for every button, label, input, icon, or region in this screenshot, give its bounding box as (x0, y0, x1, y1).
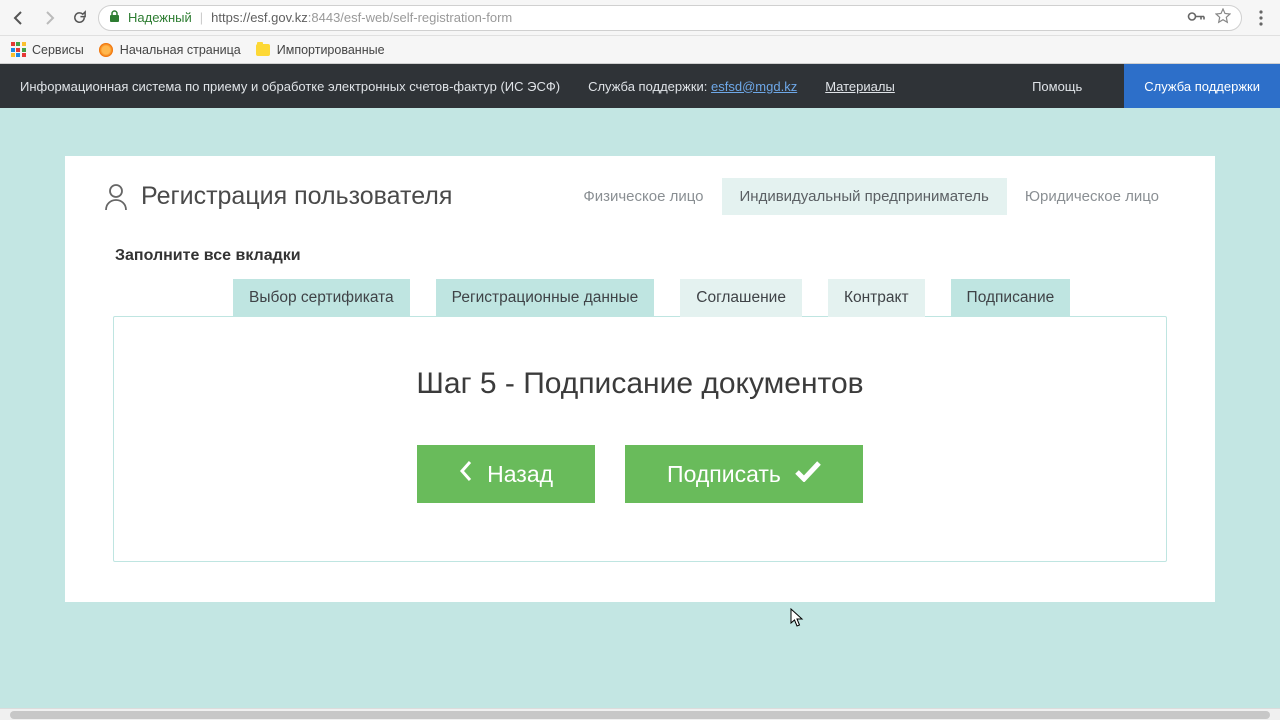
instruction-text: Заполните все вкладки (115, 247, 1167, 265)
url-text: https://esf.gov.kz:8443/esf-web/self-reg… (211, 10, 512, 25)
card-title-block: Регистрация пользователя (103, 182, 452, 212)
bookmarks-bar: Сервисы Начальная страница Импортированн… (0, 36, 1280, 64)
back-button[interactable] (8, 7, 30, 29)
apps-grid-icon (10, 42, 26, 58)
card-title-text: Регистрация пользователя (141, 182, 452, 211)
tab-legal[interactable]: Юридическое лицо (1007, 178, 1177, 215)
back-button-main[interactable]: Назад (417, 445, 595, 503)
imported-folder[interactable]: Импортированные (255, 42, 385, 58)
step-registration-data[interactable]: Регистрационные данные (436, 279, 655, 317)
check-icon (795, 460, 821, 488)
horizontal-scrollbar[interactable] (0, 708, 1280, 720)
sign-button[interactable]: Подписать (625, 445, 863, 503)
support-button[interactable]: Служба поддержки (1124, 64, 1280, 108)
imported-label: Импортированные (277, 43, 385, 57)
step-panel: Шаг 5 - Подписание документов Назад Подп… (113, 316, 1167, 562)
button-row: Назад Подписать (144, 445, 1136, 503)
chevron-left-icon (459, 460, 473, 488)
folder-icon (255, 42, 271, 58)
step-signing[interactable]: Подписание (951, 279, 1071, 317)
back-button-label: Назад (487, 461, 553, 488)
card-body: Заполните все вкладки Выбор сертификата … (65, 237, 1215, 602)
app-header: Информационная система по приему и обраб… (0, 64, 1280, 108)
user-icon (103, 182, 129, 212)
page-background: Регистрация пользователя Физическое лицо… (0, 108, 1280, 708)
support-email-link[interactable]: esfsd@mgd.kz (711, 79, 797, 94)
start-page-bookmark[interactable]: Начальная страница (98, 42, 241, 58)
help-link[interactable]: Помощь (1018, 79, 1096, 94)
step-certificate[interactable]: Выбор сертификата (233, 279, 410, 317)
key-icon[interactable] (1187, 10, 1205, 25)
tab-individual[interactable]: Физическое лицо (565, 178, 721, 215)
support-label: Служба поддержки: (588, 79, 707, 94)
apps-bookmark[interactable]: Сервисы (10, 42, 84, 58)
apps-label: Сервисы (32, 43, 84, 57)
start-page-label: Начальная страница (120, 43, 241, 57)
firefox-icon (98, 42, 114, 58)
support-block: Служба поддержки: esfsd@mgd.kz (588, 79, 797, 94)
forward-button[interactable] (38, 7, 60, 29)
browser-toolbar: Надежный | https://esf.gov.kz:8443/esf-w… (0, 0, 1280, 36)
reload-button[interactable] (68, 7, 90, 29)
lock-icon (109, 10, 120, 26)
app-title: Информационная система по приему и обраб… (20, 79, 560, 94)
sign-button-label: Подписать (667, 461, 781, 488)
entity-type-tabs: Физическое лицо Индивидуальный предприни… (565, 178, 1177, 215)
step-panel-title: Шаг 5 - Подписание документов (144, 367, 1136, 401)
browser-menu-icon[interactable] (1250, 7, 1272, 29)
materials-link[interactable]: Материалы (825, 79, 895, 94)
bookmark-star-icon[interactable] (1215, 8, 1231, 27)
step-agreement[interactable]: Соглашение (680, 279, 802, 317)
tab-entrepreneur[interactable]: Индивидуальный предприниматель (722, 178, 1007, 215)
card-header: Регистрация пользователя Физическое лицо… (65, 156, 1215, 237)
registration-card: Регистрация пользователя Физическое лицо… (65, 156, 1215, 602)
scrollbar-thumb[interactable] (10, 711, 1270, 719)
address-bar[interactable]: Надежный | https://esf.gov.kz:8443/esf-w… (98, 5, 1242, 31)
secure-label: Надежный (128, 10, 192, 25)
step-contract[interactable]: Контракт (828, 279, 925, 317)
step-tabs: Выбор сертификата Регистрационные данные… (233, 279, 1167, 317)
